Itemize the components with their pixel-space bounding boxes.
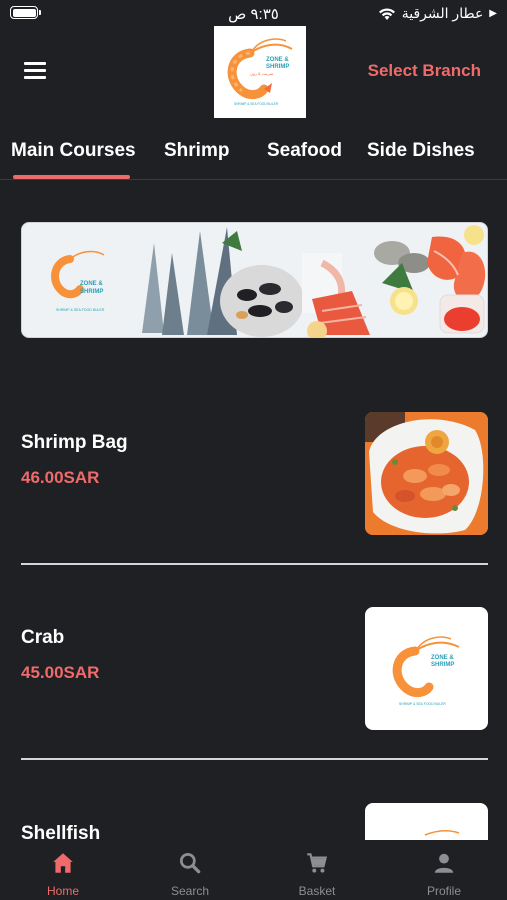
- logo-tagline: SHRIMP & SEA FOOD BULER: [234, 102, 279, 106]
- person-icon: [431, 850, 457, 881]
- nav-basket[interactable]: Basket: [254, 840, 380, 900]
- tab-main-courses[interactable]: Main Courses: [11, 140, 136, 162]
- category-tabs: Main Courses Shrimp Seafood Side Dishes: [0, 128, 507, 180]
- nav-search-label: Search: [170, 884, 210, 898]
- tab-seafood[interactable]: Seafood: [267, 140, 342, 162]
- wifi-icon: [378, 7, 396, 21]
- nav-profile[interactable]: Profile: [381, 840, 507, 900]
- search-icon: [177, 850, 203, 881]
- hamburger-menu-icon[interactable]: [24, 62, 46, 80]
- app-screen: ٩:٣٥ ص عطار الشرقية ▶ ZONE & SHRIMP شرمب…: [0, 0, 507, 900]
- select-branch-button[interactable]: Select Branch: [368, 61, 481, 81]
- nav-search[interactable]: Search: [127, 840, 253, 900]
- carrier-name: عطار الشرقية: [401, 5, 484, 21]
- svg-text:SHRIMP: SHRIMP: [431, 662, 454, 668]
- item-divider: [21, 758, 488, 760]
- svg-text:SHRIMP: SHRIMP: [80, 289, 103, 295]
- nav-basket-label: Basket: [298, 884, 336, 898]
- item-divider: [21, 563, 488, 565]
- carrier-group: عطار الشرقية ▶: [378, 5, 497, 22]
- svg-text:SHRIMP & SEA FOOD BULER: SHRIMP & SEA FOOD BULER: [56, 308, 105, 312]
- nav-home[interactable]: Home: [0, 840, 126, 900]
- item-name: Shrimp Bag: [21, 432, 128, 453]
- active-tab-indicator: [13, 175, 130, 179]
- shrimp-bag-image: [365, 412, 488, 535]
- brand-logo: ZONE & SHRIMP شرمب & زون SHRIMP & SEA FO…: [214, 26, 306, 118]
- logo-text-line2: SHRIMP: [266, 64, 289, 70]
- svg-text:SHRIMP & SEA FOOD BULER: SHRIMP & SEA FOOD BULER: [399, 702, 446, 706]
- back-arrow-icon: ▶: [489, 8, 497, 19]
- home-icon: [50, 850, 76, 881]
- logo-text-line1: ZONE &: [266, 57, 289, 63]
- cart-icon: [304, 850, 330, 881]
- svg-text:شرمب & زون: شرمب & زون: [250, 71, 274, 76]
- item-name: Crab: [21, 627, 65, 648]
- svg-text:ZONE &: ZONE &: [80, 281, 103, 287]
- svg-text:ZONE &: ZONE &: [431, 655, 454, 661]
- shellfish-image: [365, 803, 488, 840]
- bottom-navigation: Home Search Basket Profile: [0, 840, 507, 900]
- crab-image: ZONE & SHRIMP SHRIMP & SEA FOOD BULER: [365, 607, 488, 730]
- item-price: 45.00SAR: [21, 663, 100, 682]
- promo-banner[interactable]: ZONE & SHRIMP SHRIMP & SEA FOOD BULER: [21, 222, 488, 338]
- item-price: 46.00SAR: [21, 468, 100, 487]
- nav-profile-label: Profile: [426, 884, 461, 898]
- header: ZONE & SHRIMP شرمب & زون SHRIMP & SEA FO…: [0, 24, 507, 118]
- tab-side-dishes[interactable]: Side Dishes: [367, 140, 475, 162]
- tab-shrimp[interactable]: Shrimp: [164, 140, 229, 162]
- nav-home-label: Home: [46, 884, 79, 898]
